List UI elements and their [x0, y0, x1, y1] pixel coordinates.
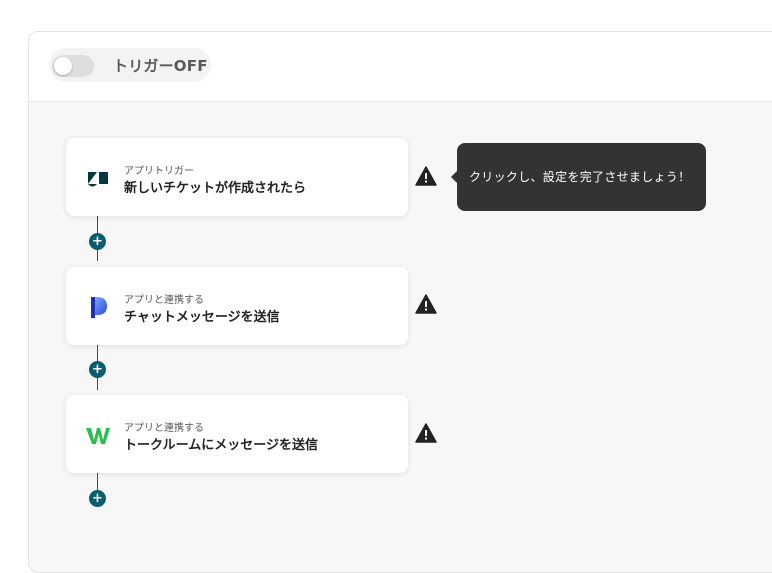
trigger-toggle-switch[interactable]	[52, 55, 94, 77]
step-title: 新しいチケットが作成されたら	[124, 181, 307, 196]
flow-editor-panel: トリガーOFF + + + アプリトリガー 新しいチケットが作成されたら アプリ…	[28, 31, 772, 573]
dialpad-logo-icon	[91, 297, 107, 318]
flow-header: トリガーOFF	[29, 32, 772, 102]
warning-icon[interactable]	[415, 166, 437, 186]
step-type-label: アプリと連携する	[124, 295, 204, 306]
warning-icon[interactable]	[415, 423, 437, 443]
step-title: トークルームにメッセージを送信	[124, 438, 318, 453]
setup-tooltip: クリックし、設定を完了させましょう！	[451, 143, 706, 211]
add-step-button[interactable]: +	[89, 361, 106, 378]
step-type-label: アプリトリガー	[124, 166, 194, 177]
add-step-button[interactable]: +	[89, 490, 106, 507]
toggle-knob	[54, 57, 72, 75]
trigger-toggle-label: トリガーOFF	[113, 57, 208, 75]
add-step-button[interactable]: +	[89, 233, 106, 250]
flow-canvas: + + + アプリトリガー 新しいチケットが作成されたら アプリと連携する チャ…	[29, 102, 772, 572]
zendesk-logo-icon	[88, 172, 108, 187]
lineworks-logo-icon	[86, 428, 110, 444]
flow-step-card[interactable]: アプリと連携する チャットメッセージを送信	[66, 267, 408, 345]
step-type-label: アプリと連携する	[124, 423, 204, 434]
step-title: チャットメッセージを送信	[124, 310, 280, 325]
flow-step-card[interactable]: アプリトリガー 新しいチケットが作成されたら	[66, 138, 408, 216]
warning-icon[interactable]	[415, 294, 437, 314]
flow-step-card[interactable]: アプリと連携する トークルームにメッセージを送信	[66, 395, 408, 473]
tooltip-text: クリックし、設定を完了させましょう！	[469, 170, 691, 184]
